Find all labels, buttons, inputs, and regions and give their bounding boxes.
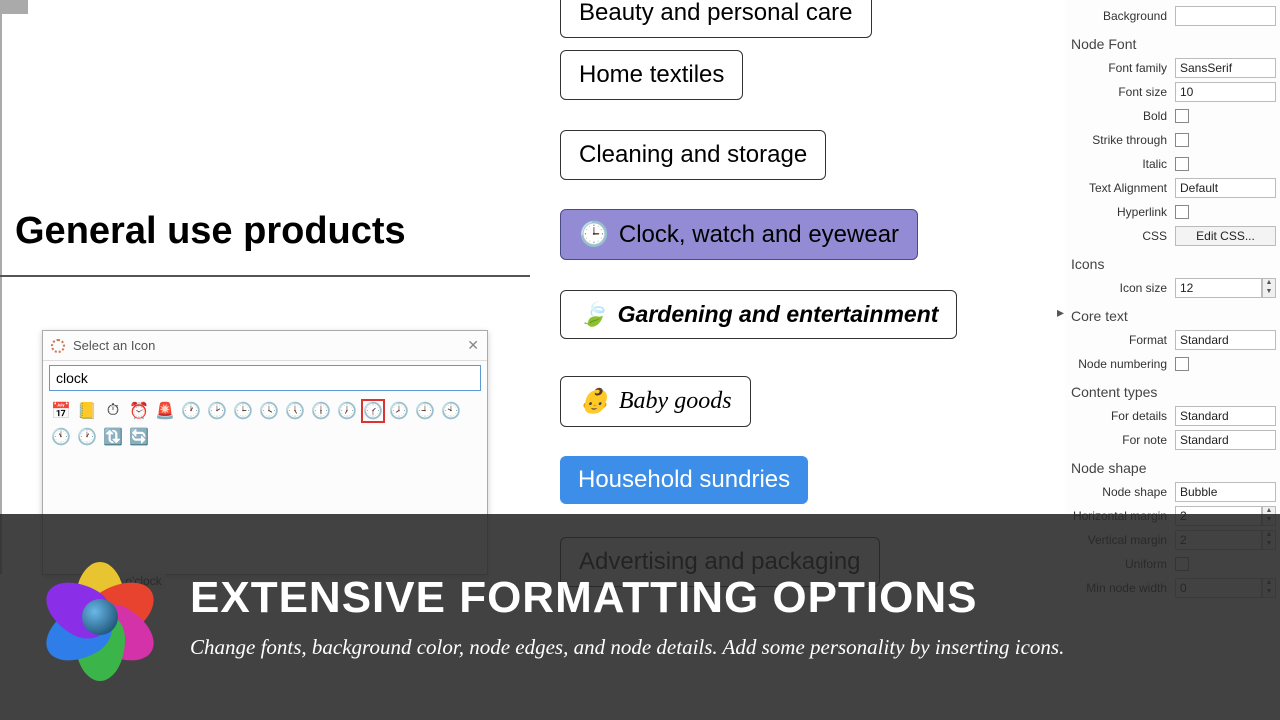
- prop-label: Italic: [1069, 157, 1175, 171]
- clock-icon: 🕒: [579, 220, 609, 249]
- prop-label: Bold: [1069, 109, 1175, 123]
- node-label: Clock, watch and eyewear: [619, 221, 899, 249]
- details-select[interactable]: Standard: [1175, 406, 1276, 426]
- node-label: Beauty and personal care: [579, 0, 853, 27]
- node-household-sundries[interactable]: Household sundries: [560, 456, 808, 504]
- hyperlink-checkbox[interactable]: [1175, 205, 1189, 219]
- icon-option[interactable]: 🕐: [179, 399, 203, 423]
- section-node-font: Node Font: [1065, 28, 1280, 56]
- icon-grid: 📅📒⏱⏰🚨🕐🕑🕒🕓🕔🕕🕖🕜🕗🕘🕙🕚🕐🔃🔄: [43, 395, 487, 453]
- prop-label: Hyperlink: [1069, 205, 1175, 219]
- icon-option[interactable]: 📅: [49, 399, 73, 423]
- node-clock-watch-eyewear[interactable]: 🕒 Clock, watch and eyewear: [560, 209, 918, 260]
- prop-label: Node numbering: [1069, 357, 1175, 371]
- node-baby-goods[interactable]: 👶 Baby goods: [560, 376, 751, 427]
- icon-option[interactable]: 🔃: [101, 425, 125, 449]
- prop-label: Font size: [1069, 85, 1175, 99]
- section-node-shape: Node shape: [1065, 452, 1280, 480]
- spinner[interactable]: ▲▼: [1262, 278, 1276, 298]
- prop-label: For details: [1069, 409, 1175, 423]
- node-label: Cleaning and storage: [579, 141, 807, 169]
- icon-option[interactable]: 🚨: [153, 399, 177, 423]
- icon-option[interactable]: 🕚: [49, 425, 73, 449]
- baby-icon: 👶: [579, 387, 609, 416]
- icon-option[interactable]: 🕒: [231, 399, 255, 423]
- icon-option[interactable]: 🕕: [309, 399, 333, 423]
- dialog-titlebar: Select an Icon ✕: [43, 331, 487, 361]
- edit-css-button[interactable]: Edit CSS...: [1175, 226, 1276, 246]
- icon-option[interactable]: 🔄: [127, 425, 151, 449]
- promo-subtitle: Change fonts, background color, node edg…: [190, 633, 1064, 661]
- node-label: Household sundries: [578, 466, 790, 494]
- prop-label: Strike through: [1069, 133, 1175, 147]
- icon-option[interactable]: 🕜: [361, 399, 385, 423]
- root-edge: [0, 275, 530, 277]
- prop-label: Format: [1069, 333, 1175, 347]
- prop-label: For note: [1069, 433, 1175, 447]
- app-logo: [40, 557, 160, 677]
- icon-option[interactable]: 🕐: [75, 425, 99, 449]
- note-select[interactable]: Standard: [1175, 430, 1276, 450]
- font-size-input[interactable]: 10: [1175, 82, 1276, 102]
- format-select[interactable]: Standard: [1175, 330, 1276, 350]
- icon-option[interactable]: 🕑: [205, 399, 229, 423]
- font-family-select[interactable]: SansSerif: [1175, 58, 1276, 78]
- section-icons: Icons: [1065, 248, 1280, 276]
- icon-option[interactable]: 🕘: [413, 399, 437, 423]
- prop-label: Text Alignment: [1069, 181, 1175, 195]
- node-shape-select[interactable]: Bubble: [1175, 482, 1276, 502]
- node-label: Baby goods: [619, 388, 732, 415]
- node-home-textiles[interactable]: Home textiles: [560, 50, 743, 100]
- background-color-input[interactable]: [1175, 6, 1276, 26]
- italic-checkbox[interactable]: [1175, 157, 1189, 171]
- icon-size-input[interactable]: 12: [1175, 278, 1262, 298]
- node-beauty[interactable]: Beauty and personal care: [560, 0, 872, 38]
- strike-checkbox[interactable]: [1175, 133, 1189, 147]
- prop-label: Node shape: [1069, 485, 1175, 499]
- promo-overlay: EXTENSIVE FORMATTING OPTIONS Change font…: [0, 514, 1280, 720]
- connector: [0, 14, 2, 574]
- gear-icon: [51, 339, 65, 353]
- node-label: Gardening and entertainment: [618, 301, 939, 328]
- icon-option[interactable]: 🕙: [439, 399, 463, 423]
- close-icon[interactable]: ✕: [467, 337, 479, 354]
- icon-option[interactable]: 🕖: [335, 399, 359, 423]
- icon-option[interactable]: ⏱: [101, 399, 125, 423]
- prop-label: CSS: [1069, 229, 1175, 243]
- icon-option[interactable]: ⏰: [127, 399, 151, 423]
- bold-checkbox[interactable]: [1175, 109, 1189, 123]
- connector: [0, 12, 28, 14]
- prop-label: Font family: [1069, 61, 1175, 75]
- prop-label: Icon size: [1069, 281, 1175, 295]
- panel-collapse-handle[interactable]: ▸: [1057, 304, 1064, 321]
- icon-search-input[interactable]: [49, 365, 481, 391]
- promo-title: EXTENSIVE FORMATTING OPTIONS: [190, 573, 1064, 623]
- text-align-select[interactable]: Default: [1175, 178, 1276, 198]
- root-node[interactable]: General use products: [15, 210, 406, 253]
- section-core-text: Core text: [1065, 300, 1280, 328]
- prop-label: Background: [1069, 9, 1175, 23]
- section-content-types: Content types: [1065, 376, 1280, 404]
- icon-option[interactable]: 🕔: [283, 399, 307, 423]
- node-cleaning-storage[interactable]: Cleaning and storage: [560, 130, 826, 180]
- icon-option[interactable]: 🕗: [387, 399, 411, 423]
- node-gardening-entertainment[interactable]: 🍃 Gardening and entertainment: [560, 290, 957, 339]
- icon-option[interactable]: 📒: [75, 399, 99, 423]
- node-label: Home textiles: [579, 61, 724, 89]
- dialog-title: Select an Icon: [73, 338, 155, 353]
- icon-option[interactable]: 🕓: [257, 399, 281, 423]
- numbering-checkbox[interactable]: [1175, 357, 1189, 371]
- leaf-icon: 🍃: [579, 301, 608, 328]
